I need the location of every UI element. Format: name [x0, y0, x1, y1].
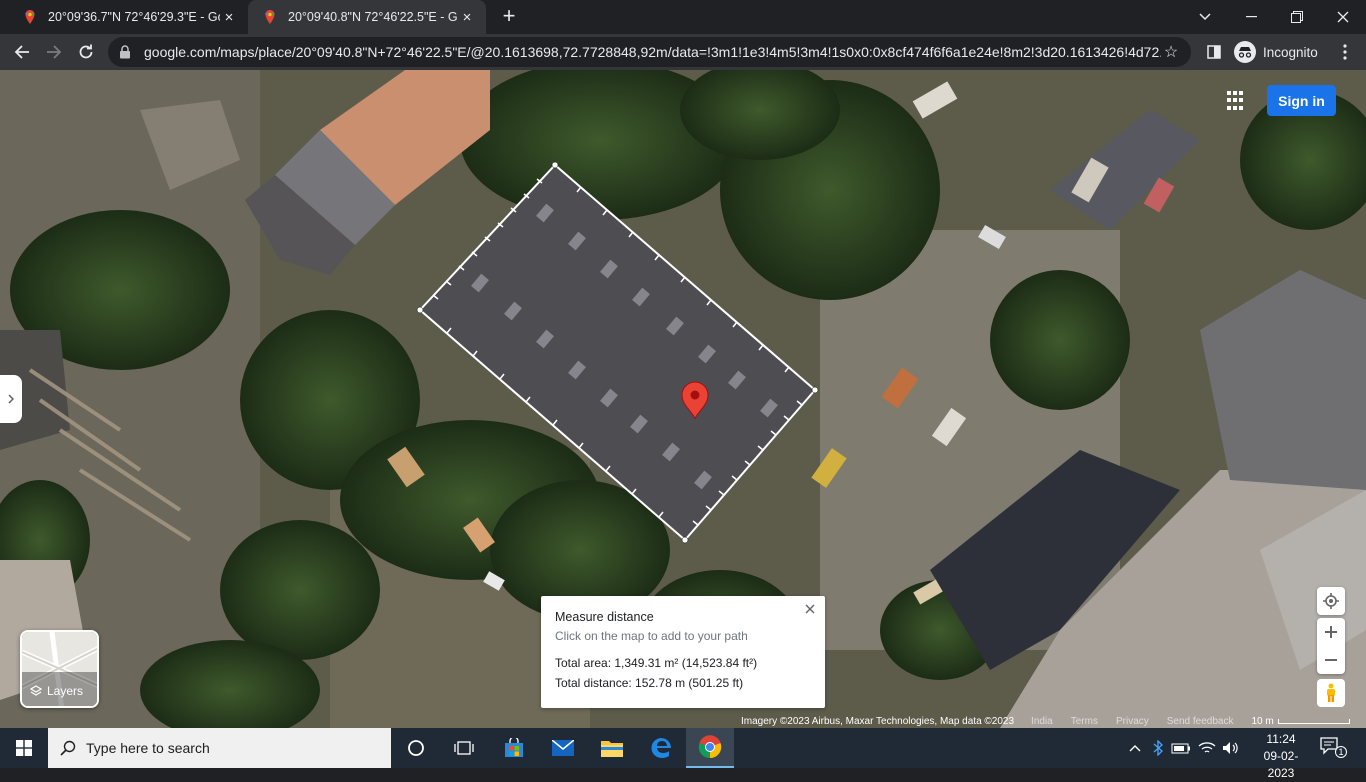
address-bar[interactable]: google.com/maps/place/20°09'40.8"N+72°46…: [108, 37, 1191, 67]
reload-icon[interactable]: [74, 40, 98, 64]
send-feedback-link[interactable]: Send feedback: [1167, 716, 1234, 727]
measure-distance-card: Measure distance Click on the map to add…: [541, 596, 825, 708]
satellite-map[interactable]: Sign in Measure distance Click on the ma…: [0, 70, 1366, 728]
windows-logo-icon: [16, 740, 32, 756]
close-window-button[interactable]: [1320, 0, 1366, 34]
incognito-label: Incognito: [1263, 44, 1318, 60]
scale-line: [1277, 719, 1350, 724]
total-distance: Total distance: 152.78 m (501.25 ft): [555, 676, 744, 690]
taskbar-search-box[interactable]: Type here to search: [48, 728, 391, 768]
tab-1[interactable]: 20°09'36.7"N 72°46'29.3"E - Goog ×: [8, 0, 248, 34]
street-view-pegman-icon[interactable]: [1317, 679, 1345, 707]
browser-toolbar: google.com/maps/place/20°09'40.8"N+72°46…: [0, 34, 1366, 70]
tab-search-chevron-icon[interactable]: [1182, 0, 1228, 34]
file-explorer-icon[interactable]: [588, 728, 636, 768]
imagery-attribution: Imagery ©2023 Airbus, Maxar Technologies…: [741, 716, 1015, 727]
clock-date: 09-02-2023: [1263, 749, 1299, 780]
microsoft-store-icon[interactable]: [490, 728, 538, 768]
privacy-link[interactable]: Privacy: [1116, 716, 1149, 727]
wifi-icon[interactable]: [1196, 728, 1218, 768]
system-clock[interactable]: 11:24 09-02-2023: [1253, 731, 1309, 782]
plus-icon: [1325, 626, 1337, 638]
battery-icon[interactable]: [1170, 728, 1192, 768]
terms-link[interactable]: Terms: [1071, 716, 1098, 727]
minimize-button[interactable]: [1228, 0, 1274, 34]
google-apps-grid-icon[interactable]: [1227, 91, 1247, 111]
url-text: google.com/maps/place/20°09'40.8"N+72°46…: [144, 44, 1161, 60]
restore-button[interactable]: [1274, 0, 1320, 34]
measure-hint: Click on the map to add to your path: [555, 629, 748, 643]
close-tab-icon[interactable]: ×: [220, 9, 238, 26]
back-arrow-icon[interactable]: [10, 40, 34, 64]
layers-label: Layers: [30, 684, 83, 698]
tab-title: 20°09'36.7"N 72°46'29.3"E - Goog: [48, 10, 220, 24]
edge-browser-icon[interactable]: [637, 728, 685, 768]
maps-favicon-icon: [265, 10, 275, 24]
minus-icon: [1325, 659, 1337, 661]
windows-start-button[interactable]: [0, 728, 48, 768]
incognito-indicator[interactable]: Incognito: [1234, 39, 1318, 65]
crosshair-icon: [1323, 593, 1339, 609]
bluetooth-icon[interactable]: [1149, 728, 1167, 768]
my-location-button[interactable]: [1317, 587, 1345, 615]
zoom-in-button[interactable]: [1325, 618, 1337, 646]
chrome-icon[interactable]: [686, 728, 734, 768]
clock-time: 11:24: [1266, 732, 1296, 746]
search-placeholder: Type here to search: [86, 740, 210, 756]
tab-title: 20°09'40.8"N 72°46'22.5"E - Goog: [288, 10, 458, 24]
maps-favicon-icon: [25, 10, 35, 24]
volume-icon[interactable]: [1220, 728, 1242, 768]
forward-arrow-icon[interactable]: [42, 40, 66, 64]
side-panel-icon[interactable]: [1202, 40, 1226, 64]
total-area: Total area: 1,349.31 m² (14,523.84 ft²): [555, 656, 758, 670]
show-hidden-icons-chevron-icon[interactable]: [1125, 728, 1145, 768]
incognito-icon: [1234, 41, 1256, 63]
search-icon: [60, 740, 76, 756]
new-tab-button[interactable]: +: [497, 5, 521, 29]
scale-label: 10 m: [1251, 716, 1274, 727]
expand-side-panel-button[interactable]: [0, 375, 22, 423]
windows-taskbar: Type here to search 11:24 09-02-2023 1: [0, 728, 1366, 780]
country-link[interactable]: India: [1031, 716, 1053, 727]
zoom-controls: [1317, 618, 1345, 674]
task-view-icon[interactable]: [440, 728, 488, 768]
browser-menu-icon[interactable]: [1333, 40, 1357, 64]
map-footer: Imagery ©2023 Airbus, Maxar Technologies…: [741, 715, 1366, 728]
notification-center-icon[interactable]: 1: [1318, 736, 1348, 760]
close-measure-icon[interactable]: [803, 602, 817, 616]
notification-count: 1: [1335, 746, 1347, 758]
sign-in-button[interactable]: Sign in: [1267, 85, 1336, 116]
layers-button[interactable]: Layers: [20, 630, 99, 708]
mail-icon[interactable]: [539, 728, 587, 768]
bookmark-star-icon[interactable]: ☆: [1161, 42, 1181, 62]
close-tab-icon[interactable]: ×: [458, 9, 476, 26]
cortana-icon[interactable]: [392, 728, 440, 768]
tab-2-active[interactable]: 20°09'40.8"N 72°46'22.5"E - Goog ×: [248, 0, 486, 34]
lock-icon: [120, 45, 130, 59]
chevron-right-icon: [8, 394, 14, 404]
tab-strip: 20°09'36.7"N 72°46'29.3"E - Goog × 20°09…: [0, 0, 1366, 34]
scale-bar[interactable]: 10 m: [1251, 716, 1350, 727]
measure-title: Measure distance: [555, 610, 654, 624]
zoom-out-button[interactable]: [1325, 646, 1337, 674]
layers-icon: [30, 685, 42, 696]
